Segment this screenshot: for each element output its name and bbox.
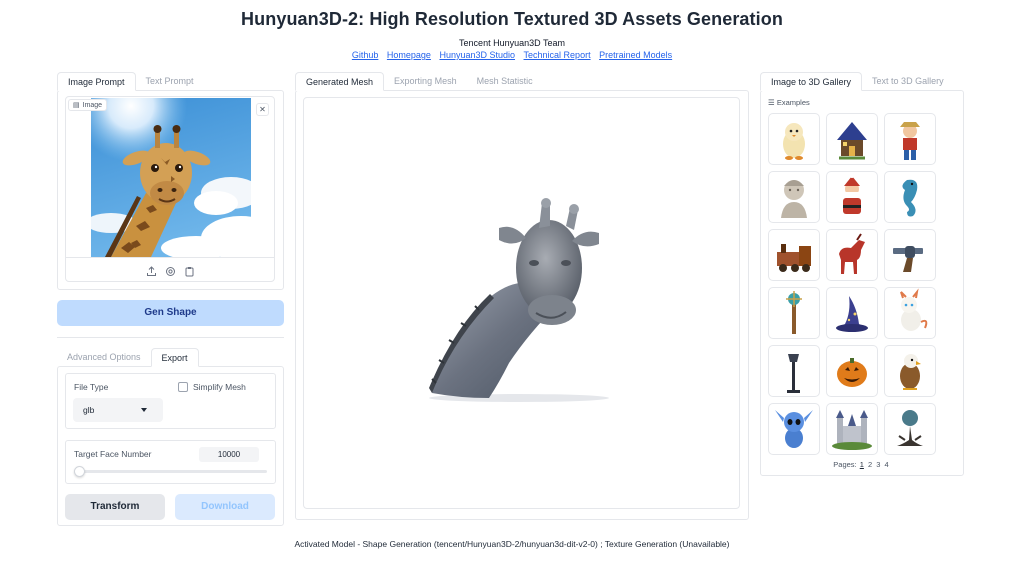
example-thumbnail <box>777 244 811 272</box>
team-name: Tencent Hunyuan3D Team <box>459 38 565 48</box>
example-white-dragon[interactable] <box>884 287 936 339</box>
prompt-tabs: Image Prompt Text Prompt <box>57 72 204 91</box>
page-1-link[interactable]: 1 <box>860 460 864 469</box>
clipboard-icon[interactable] <box>184 264 195 277</box>
github-link[interactable]: Github <box>352 50 379 60</box>
pages-label: Pages: <box>833 460 857 469</box>
tab-advanced-options[interactable]: Advanced Options <box>57 348 151 367</box>
example-thumbnail <box>900 288 928 331</box>
example-thumbnail <box>843 174 861 214</box>
giraffe-mesh-render <box>429 198 609 402</box>
gen-shape-button[interactable]: Gen Shape <box>57 300 284 326</box>
example-penguin-doll[interactable] <box>768 113 820 165</box>
mesh-tabs: Generated Mesh Exporting Mesh Mesh Stati… <box>295 72 543 91</box>
example-thumbnail <box>832 410 872 450</box>
example-blue-house[interactable] <box>826 113 878 165</box>
simplify-mesh-checkbox[interactable] <box>178 382 188 392</box>
upload-icon[interactable] <box>146 264 157 276</box>
homepage-link[interactable]: Homepage <box>387 50 431 60</box>
page-3-link[interactable]: 3 <box>876 460 880 469</box>
example-thumbnail <box>893 246 923 272</box>
tab-mesh-statistic[interactable]: Mesh Statistic <box>467 72 543 91</box>
tab-generated-mesh[interactable]: Generated Mesh <box>295 72 385 91</box>
example-pirate-boy[interactable] <box>884 113 936 165</box>
models-link[interactable]: Pretrained Models <box>599 50 672 60</box>
transform-button[interactable]: Transform <box>65 494 165 520</box>
example-wizard-hat[interactable] <box>826 287 878 339</box>
example-eagle[interactable] <box>884 345 936 397</box>
example-toy-train[interactable] <box>768 229 820 281</box>
image-source-toolbar <box>66 257 274 281</box>
tab-image-prompt[interactable]: Image Prompt <box>57 72 136 91</box>
tab-export[interactable]: Export <box>150 348 199 367</box>
example-santa[interactable] <box>826 171 878 223</box>
example-thumbnail <box>897 410 923 446</box>
example-street-lamp[interactable] <box>768 345 820 397</box>
divider <box>57 337 284 338</box>
tab-text-prompt[interactable]: Text Prompt <box>136 72 204 91</box>
tab-image-to-3d-gallery[interactable]: Image to 3D Gallery <box>760 72 863 91</box>
file-type-label: File Type <box>74 382 109 392</box>
target-face-slider-thumb[interactable] <box>74 466 85 477</box>
example-pumpkin[interactable] <box>826 345 878 397</box>
target-face-input[interactable]: 10000 <box>199 447 259 462</box>
gallery-tabs: Image to 3D Gallery Text to 3D Gallery <box>760 72 954 91</box>
3d-mesh-viewer[interactable] <box>303 97 740 509</box>
download-button: Download <box>175 494 275 520</box>
example-globe-tree[interactable] <box>884 403 936 455</box>
webcam-icon[interactable] <box>165 264 176 276</box>
examples-label: ☰ Examples <box>768 98 810 107</box>
example-thumbnail <box>900 122 920 160</box>
header-links: Github Homepage Hunyuan3D Studio Technic… <box>0 50 1024 60</box>
gallery-pagination: Pages: 1 2 3 4 <box>760 460 963 469</box>
page-2-link[interactable]: 2 <box>868 460 872 469</box>
image-upload[interactable]: ▤ Image ✕ <box>65 96 275 282</box>
example-revolver[interactable] <box>884 229 936 281</box>
studio-link[interactable]: Hunyuan3D Studio <box>439 50 515 60</box>
page-4-link[interactable]: 4 <box>885 460 889 469</box>
example-thumbnail <box>837 122 867 160</box>
example-red-horse[interactable] <box>826 229 878 281</box>
page-title: Hunyuan3D-2: High Resolution Textured 3D… <box>241 9 783 29</box>
example-thumbnail <box>902 179 918 217</box>
example-thumbnail <box>783 123 805 160</box>
giraffe-photo <box>91 98 251 257</box>
example-castle[interactable] <box>826 403 878 455</box>
option-tabs: Advanced Options Export <box>57 348 199 367</box>
example-thumbnail <box>900 354 921 390</box>
example-thumbnail <box>839 233 865 274</box>
target-face-slider-track[interactable] <box>74 470 267 473</box>
tab-exporting-mesh[interactable]: Exporting Mesh <box>384 72 467 91</box>
example-stitch[interactable] <box>768 403 820 455</box>
image-icon: ▤ <box>73 102 80 109</box>
example-thumbnail <box>781 180 807 218</box>
simplify-mesh-label: Simplify Mesh <box>193 382 246 392</box>
target-face-label: Target Face Number <box>74 449 152 459</box>
example-thumbnail <box>787 354 800 393</box>
list-icon: ☰ <box>768 98 775 107</box>
report-link[interactable]: Technical Report <box>524 50 591 60</box>
file-type-value: glb <box>83 405 95 415</box>
examples-label-text: Examples <box>776 98 810 107</box>
example-thumbnail <box>836 296 868 332</box>
image-label-text: Image <box>82 101 103 109</box>
image-field-label: ▤ Image <box>68 99 108 111</box>
clear-image-button[interactable]: ✕ <box>256 103 269 116</box>
caret-down-icon <box>141 408 147 412</box>
example-thumbnail <box>786 291 802 334</box>
example-thumbnail <box>837 358 867 387</box>
example-stone-bust[interactable] <box>768 171 820 223</box>
close-icon: ✕ <box>259 105 266 114</box>
tab-text-to-3d-gallery[interactable]: Text to 3D Gallery <box>862 72 954 91</box>
example-magic-staff[interactable] <box>768 287 820 339</box>
example-seahorse[interactable] <box>884 171 936 223</box>
file-type-select[interactable]: glb <box>73 398 163 422</box>
footer-model-info: Activated Model - Shape Generation (tenc… <box>294 539 730 549</box>
example-thumbnail <box>775 410 813 448</box>
uploaded-image <box>91 98 251 257</box>
